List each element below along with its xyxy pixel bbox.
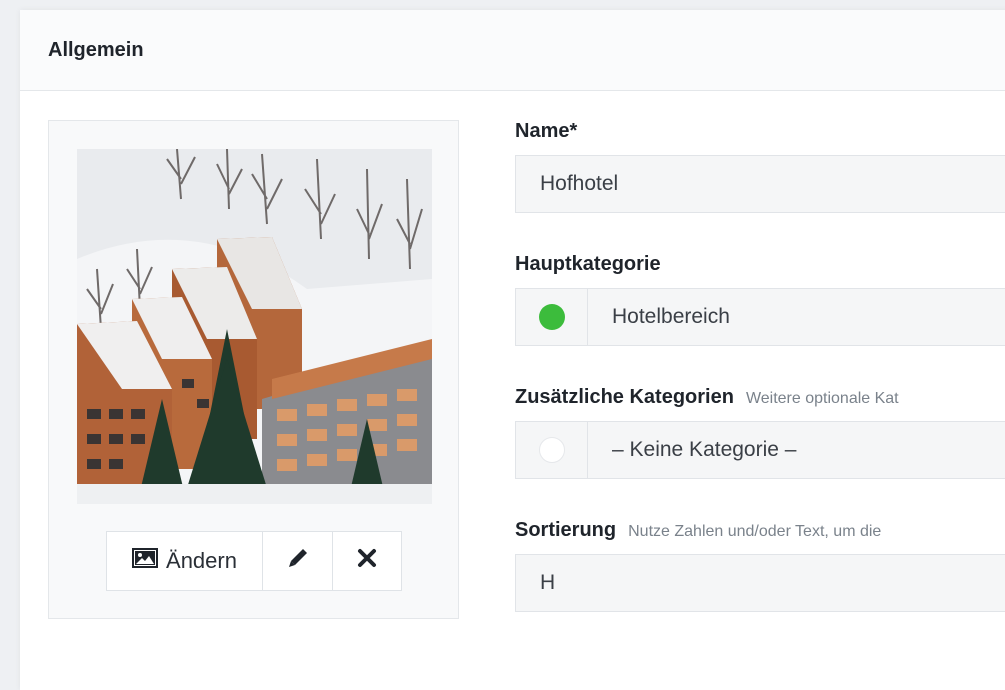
additional-category-color-cell — [516, 422, 588, 478]
edit-image-button[interactable] — [263, 532, 333, 590]
empty-category-dot — [538, 437, 565, 463]
general-card: Allgemein Ändern Name* Hofhotel Hauptkat… — [20, 10, 1005, 690]
pencil-icon — [287, 547, 309, 575]
main-category-select[interactable]: Hotelbereich — [515, 288, 1005, 346]
category-color-dot — [538, 304, 565, 330]
additional-categories-label: Zusätzliche Kategorien — [515, 386, 734, 408]
sorting-field-group: Sortierung Nutze Zahlen und/oder Text, u… — [515, 519, 1005, 612]
sorting-input[interactable]: H — [515, 554, 1005, 612]
sorting-label: Sortierung — [515, 519, 617, 541]
name-field-group: Name* Hofhotel — [515, 120, 1005, 253]
additional-categories-value: – Keine Kategorie – — [612, 438, 797, 461]
name-input[interactable]: Hofhotel — [515, 155, 1005, 213]
main-category-field-group: Hauptkategorie Hotelbereich — [515, 253, 1005, 386]
main-category-value: Hotelbereich — [612, 305, 730, 328]
sorting-value: H — [540, 571, 556, 594]
change-image-button[interactable]: Ändern — [107, 532, 263, 590]
name-label: Name* — [515, 120, 578, 142]
image-panel: Ändern — [48, 120, 459, 619]
card-header: Allgemein — [20, 10, 1005, 91]
main-category-label: Hauptkategorie — [515, 253, 661, 275]
additional-categories-select[interactable]: – Keine Kategorie – — [515, 421, 1005, 479]
additional-categories-field-group: Zusätzliche Kategorien Weitere optionale… — [515, 386, 1005, 519]
remove-image-button[interactable] — [333, 532, 401, 590]
hotel-photo — [77, 149, 432, 504]
x-icon — [357, 548, 377, 574]
name-value: Hofhotel — [540, 172, 619, 195]
fields-column: Name* Hofhotel Hauptkategorie Hotelberei… — [515, 120, 1005, 612]
sorting-hint: Nutze Zahlen und/oder Text, um die — [628, 523, 882, 540]
main-category-color-cell — [516, 289, 588, 345]
change-image-label: Ändern — [166, 548, 237, 573]
section-title: Allgemein — [48, 38, 144, 61]
additional-categories-hint: Weitere optionale Kat — [745, 390, 899, 407]
image-icon — [132, 548, 159, 574]
image-button-group: Ändern — [106, 531, 402, 591]
